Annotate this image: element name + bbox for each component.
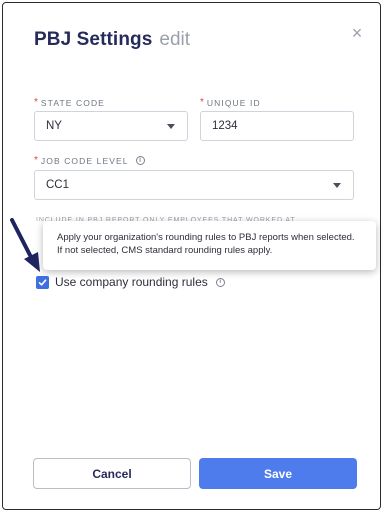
state-code-label-text: STATE CODE	[40, 97, 105, 108]
chevron-down-icon	[167, 124, 175, 129]
annotation-arrow-icon	[10, 218, 40, 272]
job-code-level-label-text: JOB CODE LEVEL	[40, 155, 129, 166]
checkmark-icon	[38, 278, 47, 286]
job-code-level-value: CC1	[46, 179, 70, 191]
required-marker: *	[34, 155, 38, 166]
state-code-label: * STATE CODE	[34, 97, 105, 108]
modal-title: PBJ Settings	[34, 29, 153, 50]
required-marker: *	[34, 97, 38, 108]
unique-id-label: * UNIQUE ID	[200, 97, 261, 108]
cancel-button[interactable]: Cancel	[33, 458, 191, 489]
modal-header: PBJ Settings edit	[34, 29, 190, 51]
save-button[interactable]: Save	[199, 458, 357, 489]
rounding-rules-tooltip: Apply your organization's rounding rules…	[43, 221, 376, 270]
job-code-level-select[interactable]: CC1	[34, 170, 354, 200]
info-icon[interactable]: i	[215, 277, 225, 287]
info-icon[interactable]: i	[135, 156, 145, 165]
state-code-value: NY	[46, 120, 62, 132]
close-icon[interactable]: ×	[349, 24, 365, 42]
modal-subtitle: edit	[159, 29, 191, 50]
pbj-settings-modal: PBJ Settings edit × * STATE CODE NY * UN…	[2, 2, 381, 510]
rounding-rules-label: Use company rounding rules	[55, 275, 208, 289]
job-code-level-label: * JOB CODE LEVEL i	[34, 155, 145, 166]
rounding-rules-row: Use company rounding rules i	[36, 275, 225, 289]
required-marker: *	[200, 97, 204, 108]
unique-id-label-text: UNIQUE ID	[206, 97, 261, 108]
state-code-select[interactable]: NY	[34, 111, 188, 141]
unique-id-input[interactable]: 1234	[200, 111, 354, 141]
chevron-down-icon	[333, 183, 341, 188]
tooltip-text: Apply your organization's rounding rules…	[57, 232, 355, 256]
unique-id-value: 1234	[212, 120, 238, 132]
rounding-rules-checkbox[interactable]	[36, 275, 49, 289]
